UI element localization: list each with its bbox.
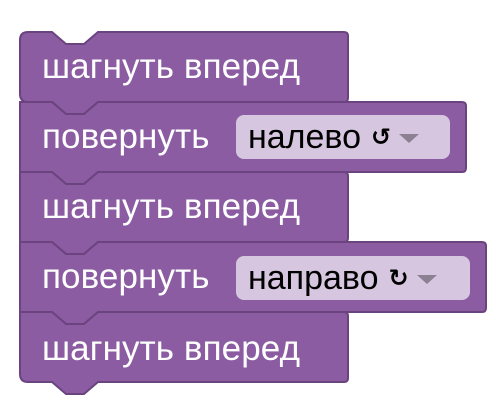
dropdown-value: направо [248,259,379,297]
chevron-down-icon [416,274,437,284]
direction-dropdown-left[interactable]: налево ↺ [236,115,450,159]
block-label: шагнуть вперед [42,187,301,226]
rotate-left-icon: ↺ [371,123,392,151]
block-label: повернуть [42,257,210,296]
direction-dropdown-right[interactable]: направо ↻ [236,256,470,300]
block-label: шагнуть вперед [42,47,301,86]
block-label: повернуть [42,117,210,156]
rotate-right-icon: ↻ [388,264,409,292]
chevron-down-icon [399,133,420,143]
blockly-workspace: шагнуть вперед повернуть налево ↺ шагнут… [0,0,496,406]
block-stack: шагнуть вперед повернуть налево ↺ шагнут… [0,0,496,406]
dropdown-value: налево [248,118,362,156]
block-label: шагнуть вперед [42,329,301,368]
